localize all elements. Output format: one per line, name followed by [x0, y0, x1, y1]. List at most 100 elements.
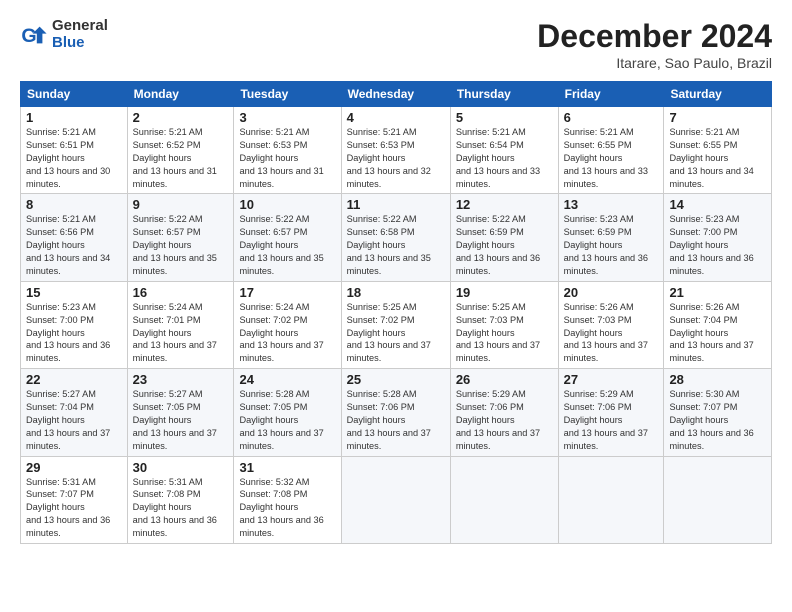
day-info: Sunrise: 5:29 AM Sunset: 7:06 PM Dayligh…: [456, 388, 553, 452]
logo-blue: Blue: [52, 35, 108, 52]
day-number: 4: [347, 110, 445, 125]
day-info: Sunrise: 5:21 AM Sunset: 6:52 PM Dayligh…: [133, 126, 229, 190]
day-cell: 19 Sunrise: 5:25 AM Sunset: 7:03 PM Dayl…: [450, 281, 558, 368]
day-number: 22: [26, 372, 122, 387]
day-number: 29: [26, 460, 122, 475]
day-cell: 6 Sunrise: 5:21 AM Sunset: 6:55 PM Dayli…: [558, 107, 664, 194]
day-cell: 3 Sunrise: 5:21 AM Sunset: 6:53 PM Dayli…: [234, 107, 341, 194]
day-info: Sunrise: 5:22 AM Sunset: 6:57 PM Dayligh…: [133, 213, 229, 277]
day-info: Sunrise: 5:30 AM Sunset: 7:07 PM Dayligh…: [669, 388, 766, 452]
day-cell: 21 Sunrise: 5:26 AM Sunset: 7:04 PM Dayl…: [664, 281, 772, 368]
day-cell: 5 Sunrise: 5:21 AM Sunset: 6:54 PM Dayli…: [450, 107, 558, 194]
day-number: 15: [26, 285, 122, 300]
day-info: Sunrise: 5:28 AM Sunset: 7:06 PM Dayligh…: [347, 388, 445, 452]
day-cell: 22 Sunrise: 5:27 AM Sunset: 7:04 PM Dayl…: [21, 369, 128, 456]
day-cell: 30 Sunrise: 5:31 AM Sunset: 7:08 PM Dayl…: [127, 456, 234, 543]
day-number: 28: [669, 372, 766, 387]
week-row-4: 22 Sunrise: 5:27 AM Sunset: 7:04 PM Dayl…: [21, 369, 772, 456]
week-row-3: 15 Sunrise: 5:23 AM Sunset: 7:00 PM Dayl…: [21, 281, 772, 368]
day-cell: 31 Sunrise: 5:32 AM Sunset: 7:08 PM Dayl…: [234, 456, 341, 543]
day-number: 21: [669, 285, 766, 300]
day-cell: 1 Sunrise: 5:21 AM Sunset: 6:51 PM Dayli…: [21, 107, 128, 194]
week-row-1: 1 Sunrise: 5:21 AM Sunset: 6:51 PM Dayli…: [21, 107, 772, 194]
day-info: Sunrise: 5:24 AM Sunset: 7:02 PM Dayligh…: [239, 301, 335, 365]
day-info: Sunrise: 5:31 AM Sunset: 7:07 PM Dayligh…: [26, 476, 122, 540]
weekday-header-saturday: Saturday: [664, 82, 772, 107]
header: G General Blue December 2024 Itarare, Sa…: [20, 18, 772, 71]
day-cell: 4 Sunrise: 5:21 AM Sunset: 6:53 PM Dayli…: [341, 107, 450, 194]
day-number: 12: [456, 197, 553, 212]
day-number: 23: [133, 372, 229, 387]
day-cell: 23 Sunrise: 5:27 AM Sunset: 7:05 PM Dayl…: [127, 369, 234, 456]
day-cell: 17 Sunrise: 5:24 AM Sunset: 7:02 PM Dayl…: [234, 281, 341, 368]
logo-general: General: [52, 18, 108, 35]
day-cell: 9 Sunrise: 5:22 AM Sunset: 6:57 PM Dayli…: [127, 194, 234, 281]
day-info: Sunrise: 5:28 AM Sunset: 7:05 PM Dayligh…: [239, 388, 335, 452]
day-number: 16: [133, 285, 229, 300]
day-number: 2: [133, 110, 229, 125]
day-cell: 28 Sunrise: 5:30 AM Sunset: 7:07 PM Dayl…: [664, 369, 772, 456]
weekday-header-sunday: Sunday: [21, 82, 128, 107]
day-cell: [450, 456, 558, 543]
day-number: 20: [564, 285, 659, 300]
day-info: Sunrise: 5:22 AM Sunset: 6:57 PM Dayligh…: [239, 213, 335, 277]
day-cell: 26 Sunrise: 5:29 AM Sunset: 7:06 PM Dayl…: [450, 369, 558, 456]
day-cell: 7 Sunrise: 5:21 AM Sunset: 6:55 PM Dayli…: [664, 107, 772, 194]
logo-icon: G: [20, 21, 48, 49]
day-number: 17: [239, 285, 335, 300]
day-info: Sunrise: 5:25 AM Sunset: 7:03 PM Dayligh…: [456, 301, 553, 365]
day-cell: [341, 456, 450, 543]
day-number: 6: [564, 110, 659, 125]
day-info: Sunrise: 5:26 AM Sunset: 7:03 PM Dayligh…: [564, 301, 659, 365]
day-info: Sunrise: 5:21 AM Sunset: 6:55 PM Dayligh…: [669, 126, 766, 190]
day-info: Sunrise: 5:23 AM Sunset: 7:00 PM Dayligh…: [669, 213, 766, 277]
day-info: Sunrise: 5:27 AM Sunset: 7:04 PM Dayligh…: [26, 388, 122, 452]
main-title: December 2024: [537, 18, 772, 55]
day-cell: 8 Sunrise: 5:21 AM Sunset: 6:56 PM Dayli…: [21, 194, 128, 281]
day-info: Sunrise: 5:22 AM Sunset: 6:59 PM Dayligh…: [456, 213, 553, 277]
day-info: Sunrise: 5:21 AM Sunset: 6:51 PM Dayligh…: [26, 126, 122, 190]
svg-text:G: G: [21, 25, 36, 47]
day-cell: 10 Sunrise: 5:22 AM Sunset: 6:57 PM Dayl…: [234, 194, 341, 281]
day-info: Sunrise: 5:29 AM Sunset: 7:06 PM Dayligh…: [564, 388, 659, 452]
day-number: 5: [456, 110, 553, 125]
weekday-header-monday: Monday: [127, 82, 234, 107]
subtitle: Itarare, Sao Paulo, Brazil: [537, 55, 772, 71]
day-number: 11: [347, 197, 445, 212]
calendar-table: SundayMondayTuesdayWednesdayThursdayFrid…: [20, 81, 772, 544]
day-number: 14: [669, 197, 766, 212]
day-cell: 14 Sunrise: 5:23 AM Sunset: 7:00 PM Dayl…: [664, 194, 772, 281]
day-info: Sunrise: 5:21 AM Sunset: 6:54 PM Dayligh…: [456, 126, 553, 190]
day-cell: 24 Sunrise: 5:28 AM Sunset: 7:05 PM Dayl…: [234, 369, 341, 456]
day-cell: 25 Sunrise: 5:28 AM Sunset: 7:06 PM Dayl…: [341, 369, 450, 456]
weekday-header-friday: Friday: [558, 82, 664, 107]
weekday-header-thursday: Thursday: [450, 82, 558, 107]
day-info: Sunrise: 5:21 AM Sunset: 6:53 PM Dayligh…: [239, 126, 335, 190]
day-number: 9: [133, 197, 229, 212]
day-cell: 18 Sunrise: 5:25 AM Sunset: 7:02 PM Dayl…: [341, 281, 450, 368]
day-info: Sunrise: 5:23 AM Sunset: 7:00 PM Dayligh…: [26, 301, 122, 365]
weekday-header-wednesday: Wednesday: [341, 82, 450, 107]
logo: G General Blue: [20, 18, 108, 51]
title-block: December 2024 Itarare, Sao Paulo, Brazil: [537, 18, 772, 71]
day-cell: 16 Sunrise: 5:24 AM Sunset: 7:01 PM Dayl…: [127, 281, 234, 368]
day-info: Sunrise: 5:32 AM Sunset: 7:08 PM Dayligh…: [239, 476, 335, 540]
day-info: Sunrise: 5:27 AM Sunset: 7:05 PM Dayligh…: [133, 388, 229, 452]
day-number: 19: [456, 285, 553, 300]
day-cell: 29 Sunrise: 5:31 AM Sunset: 7:07 PM Dayl…: [21, 456, 128, 543]
week-row-5: 29 Sunrise: 5:31 AM Sunset: 7:07 PM Dayl…: [21, 456, 772, 543]
day-cell: 20 Sunrise: 5:26 AM Sunset: 7:03 PM Dayl…: [558, 281, 664, 368]
day-number: 18: [347, 285, 445, 300]
day-cell: [664, 456, 772, 543]
day-cell: 15 Sunrise: 5:23 AM Sunset: 7:00 PM Dayl…: [21, 281, 128, 368]
day-cell: 11 Sunrise: 5:22 AM Sunset: 6:58 PM Dayl…: [341, 194, 450, 281]
day-number: 25: [347, 372, 445, 387]
day-cell: 12 Sunrise: 5:22 AM Sunset: 6:59 PM Dayl…: [450, 194, 558, 281]
day-number: 13: [564, 197, 659, 212]
week-row-2: 8 Sunrise: 5:21 AM Sunset: 6:56 PM Dayli…: [21, 194, 772, 281]
day-info: Sunrise: 5:22 AM Sunset: 6:58 PM Dayligh…: [347, 213, 445, 277]
day-number: 24: [239, 372, 335, 387]
day-cell: 27 Sunrise: 5:29 AM Sunset: 7:06 PM Dayl…: [558, 369, 664, 456]
weekday-header-row: SundayMondayTuesdayWednesdayThursdayFrid…: [21, 82, 772, 107]
day-info: Sunrise: 5:24 AM Sunset: 7:01 PM Dayligh…: [133, 301, 229, 365]
